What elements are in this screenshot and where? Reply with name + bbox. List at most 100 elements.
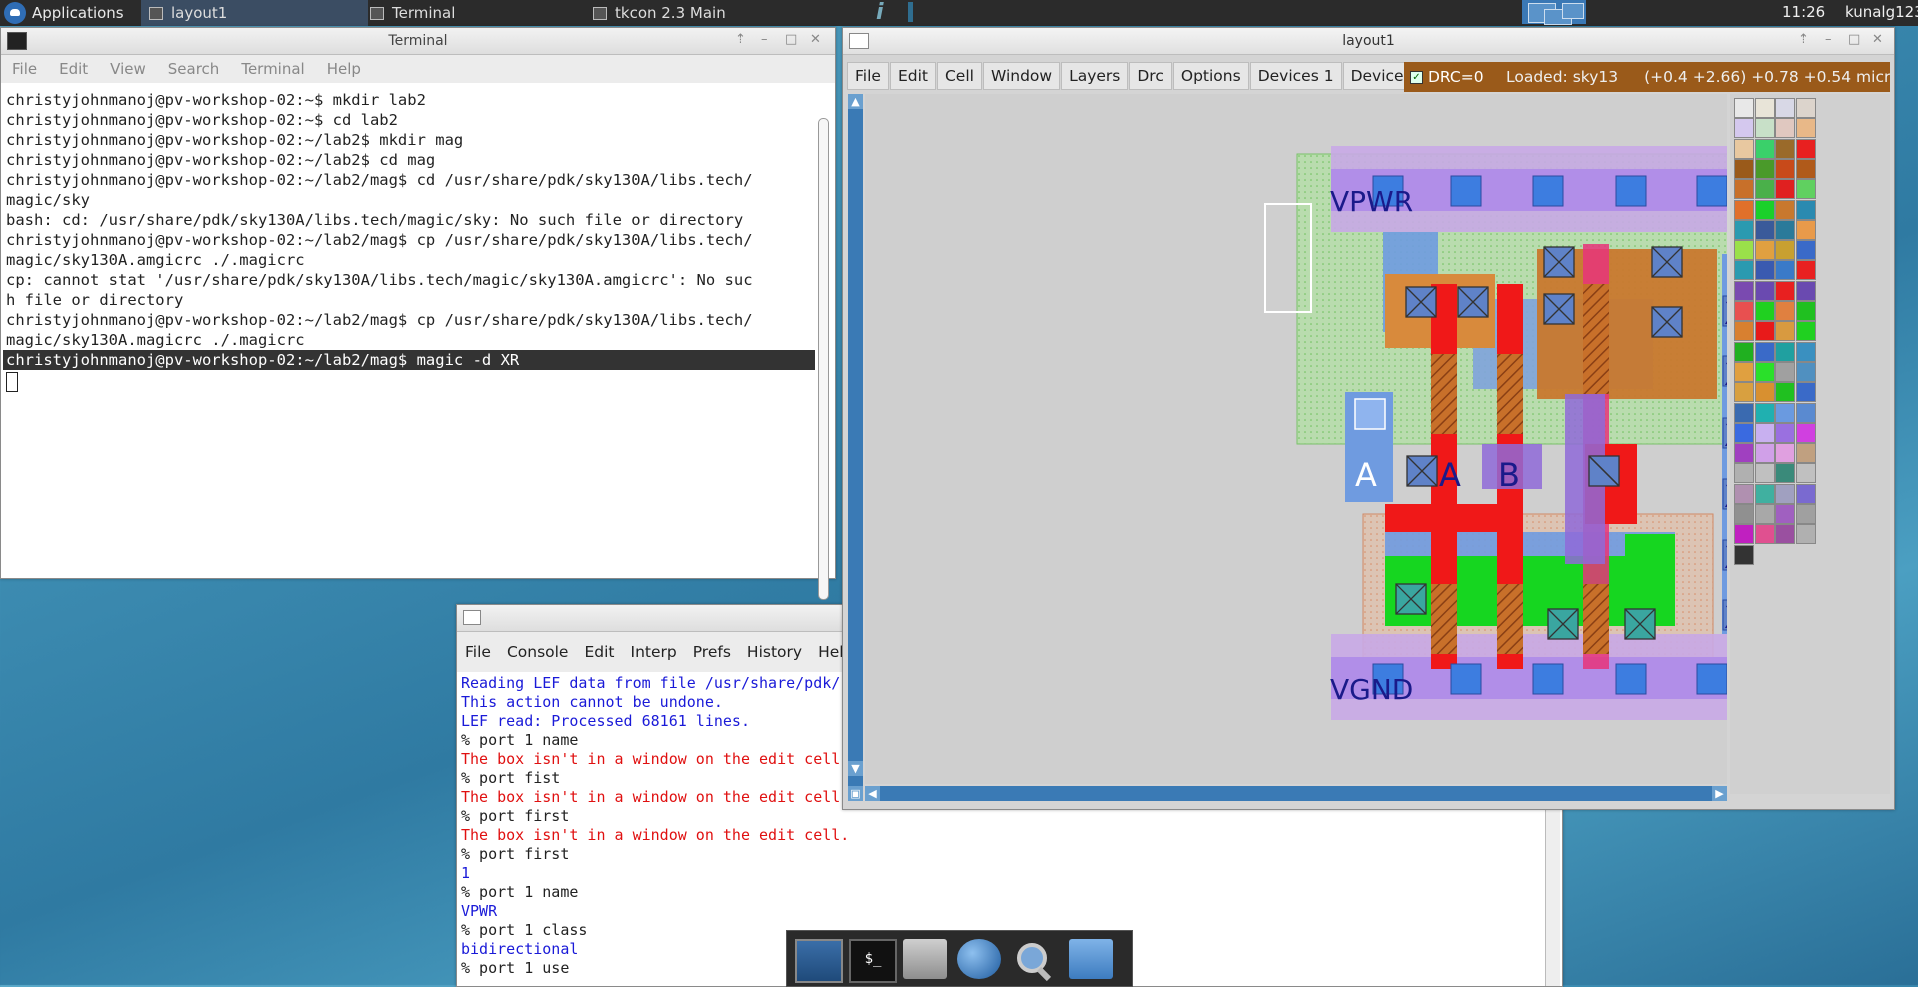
layer-swatch[interactable] bbox=[1775, 382, 1795, 403]
layer-swatch[interactable] bbox=[1754, 138, 1775, 159]
info-icon[interactable]: i bbox=[876, 0, 884, 25]
show-desktop-icon[interactable] bbox=[795, 939, 843, 983]
layer-swatch[interactable] bbox=[1754, 361, 1775, 382]
tkcon-scrollbar[interactable] bbox=[1545, 805, 1560, 986]
menu-file[interactable]: File bbox=[847, 62, 889, 90]
drc-toggle[interactable]: ✓ DRC=0 bbox=[1404, 62, 1492, 92]
layer-swatch[interactable] bbox=[1734, 382, 1754, 403]
search-icon[interactable] bbox=[1011, 939, 1055, 982]
layer-swatch[interactable] bbox=[1795, 118, 1816, 139]
menu-search[interactable]: Search bbox=[157, 60, 231, 78]
layer-swatch[interactable] bbox=[1734, 341, 1754, 362]
layer-swatch[interactable] bbox=[1775, 402, 1795, 423]
scroll-down-icon[interactable]: ▼ bbox=[848, 761, 863, 776]
layer-swatch[interactable] bbox=[1795, 382, 1816, 403]
layer-swatch[interactable] bbox=[1795, 524, 1816, 545]
layer-swatch[interactable] bbox=[1754, 260, 1775, 281]
web-browser-icon[interactable] bbox=[957, 939, 1001, 979]
layer-swatch[interactable] bbox=[1795, 422, 1816, 443]
layer-swatch[interactable] bbox=[1734, 544, 1754, 565]
taskbar-item-terminal[interactable]: Terminal bbox=[362, 0, 589, 26]
layer-swatch[interactable] bbox=[1754, 341, 1775, 362]
layer-swatch[interactable] bbox=[1795, 361, 1816, 382]
layer-swatch[interactable] bbox=[1795, 240, 1816, 261]
layer-swatch[interactable] bbox=[1754, 240, 1775, 261]
layer-swatch[interactable] bbox=[1734, 280, 1754, 301]
layer-swatch[interactable] bbox=[1734, 179, 1754, 200]
vertical-scrollbar[interactable]: ▲ ▼ bbox=[848, 94, 863, 794]
layer-swatch[interactable] bbox=[1754, 402, 1775, 423]
layer-swatch[interactable] bbox=[1734, 402, 1754, 423]
layer-swatch[interactable] bbox=[1754, 179, 1775, 200]
menu-drc[interactable]: Drc bbox=[1129, 62, 1172, 90]
layer-swatch[interactable] bbox=[1734, 483, 1754, 504]
layer-swatch[interactable] bbox=[1795, 138, 1816, 159]
files-folder-icon[interactable] bbox=[1069, 939, 1113, 979]
layer-swatch[interactable] bbox=[1754, 118, 1775, 139]
layer-swatch[interactable] bbox=[1775, 524, 1795, 545]
layer-swatch[interactable] bbox=[1734, 443, 1754, 464]
layer-swatch[interactable] bbox=[1775, 158, 1795, 179]
layer-swatch[interactable] bbox=[1775, 341, 1795, 362]
layer-swatch[interactable] bbox=[1775, 422, 1795, 443]
shade-icon[interactable]: ⇡ bbox=[1798, 32, 1809, 47]
menu-window[interactable]: Window bbox=[982, 62, 1061, 90]
layer-swatch[interactable] bbox=[1734, 301, 1754, 321]
layer-swatch[interactable] bbox=[1775, 301, 1795, 321]
applications-menu[interactable]: Applications bbox=[0, 0, 124, 26]
workspace-switcher[interactable] bbox=[1522, 0, 1586, 25]
layer-swatch[interactable] bbox=[1754, 98, 1775, 118]
layer-swatch[interactable] bbox=[1775, 118, 1795, 139]
layer-swatch[interactable] bbox=[1795, 341, 1816, 362]
layer-swatch[interactable] bbox=[1795, 402, 1816, 423]
layer-swatch[interactable] bbox=[1795, 443, 1816, 464]
menu-history[interactable]: History bbox=[739, 643, 810, 661]
layer-swatch[interactable] bbox=[1734, 524, 1754, 545]
terminal-output[interactable]: christyjohnmanoj@pv-workshop-02:~$ mkdir… bbox=[3, 90, 815, 574]
layer-swatch[interactable] bbox=[1754, 280, 1775, 301]
layer-swatch[interactable] bbox=[1734, 422, 1754, 443]
layout-titlebar[interactable]: layout1 ⇡ – □ ✕ bbox=[843, 28, 1894, 55]
layer-swatch[interactable] bbox=[1734, 138, 1754, 159]
layer-swatch[interactable] bbox=[1795, 280, 1816, 301]
layer-swatch[interactable] bbox=[1795, 463, 1816, 484]
layer-swatch[interactable] bbox=[1795, 504, 1816, 524]
layer-swatch[interactable] bbox=[1795, 158, 1816, 179]
menu-console[interactable]: Console bbox=[499, 643, 577, 661]
taskbar-item-tkcon[interactable]: tkcon 2.3 Main bbox=[585, 0, 812, 26]
layer-swatch[interactable] bbox=[1795, 483, 1816, 504]
layer-swatch[interactable] bbox=[1734, 118, 1754, 139]
layer-swatch[interactable] bbox=[1754, 483, 1775, 504]
menu-view[interactable]: View bbox=[99, 60, 157, 78]
close-icon[interactable]: ✕ bbox=[810, 32, 821, 47]
workspace-3[interactable] bbox=[1562, 3, 1584, 19]
clock[interactable]: 11:26 bbox=[1782, 3, 1825, 21]
layer-swatch[interactable] bbox=[1734, 158, 1754, 179]
layer-swatch[interactable] bbox=[1734, 504, 1754, 524]
layer-swatch[interactable] bbox=[1795, 321, 1816, 342]
layer-swatch[interactable] bbox=[1775, 504, 1795, 524]
menu-edit[interactable]: Edit bbox=[576, 643, 622, 661]
scroll-right-icon[interactable]: ▶ bbox=[1712, 786, 1727, 801]
layer-swatch[interactable] bbox=[1775, 483, 1795, 504]
layer-swatch[interactable] bbox=[1775, 179, 1795, 200]
menu-prefs[interactable]: Prefs bbox=[685, 643, 739, 661]
layer-swatch[interactable] bbox=[1754, 524, 1775, 545]
layer-swatch[interactable] bbox=[1754, 158, 1775, 179]
layer-swatch[interactable] bbox=[1734, 260, 1754, 281]
layer-swatch[interactable] bbox=[1795, 179, 1816, 200]
menu-edit[interactable]: Edit bbox=[48, 60, 99, 78]
user-name[interactable]: kunalg123 bbox=[1845, 3, 1918, 21]
menu-file[interactable]: File bbox=[457, 643, 499, 661]
layer-swatch[interactable] bbox=[1734, 219, 1754, 240]
maximize-icon[interactable]: □ bbox=[785, 32, 797, 47]
layer-swatch[interactable] bbox=[1795, 98, 1816, 118]
menu-options[interactable]: Options bbox=[1172, 62, 1249, 90]
layer-swatch[interactable] bbox=[1775, 443, 1795, 464]
layer-swatch[interactable] bbox=[1775, 199, 1795, 220]
layer-palette[interactable] bbox=[1730, 94, 1890, 794]
layer-swatch[interactable] bbox=[1754, 422, 1775, 443]
home-folder-icon[interactable] bbox=[903, 939, 947, 979]
layer-swatch[interactable] bbox=[1775, 219, 1795, 240]
layer-swatch[interactable] bbox=[1754, 301, 1775, 321]
